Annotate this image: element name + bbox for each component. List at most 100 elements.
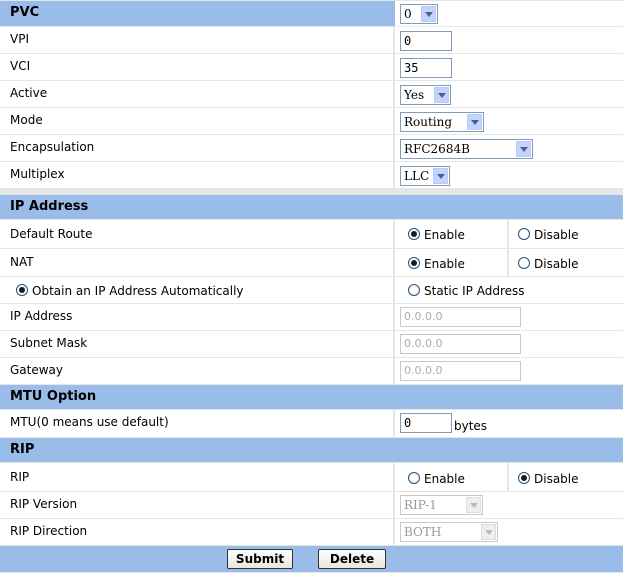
pvc-title: PVC (10, 5, 40, 20)
mtu-row: MTU(0 means use default) 0 bytes (0, 410, 623, 437)
rip-label-cell: RIP (0, 463, 393, 491)
mtu-value-cell: 0 bytes (395, 410, 623, 437)
gateway-value-cell: 0.0.0.0 (395, 358, 623, 384)
encapsulation-select[interactable]: RFC2684B (400, 139, 533, 159)
default-route-row: Default Route Enable Disable (0, 220, 623, 248)
multiplex-label: Multiplex (10, 167, 65, 181)
nat-options: Enable Disable (395, 249, 623, 276)
nat-disable-label: Disable (534, 257, 579, 271)
nat-enable-label: Enable (424, 257, 465, 271)
mtu-label: MTU(0 means use default) (10, 415, 169, 429)
rip-label: RIP (10, 470, 30, 484)
subnet-mask-label-cell: Subnet Mask (0, 331, 393, 357)
ip-address-header: IP Address (0, 195, 623, 219)
rip-options: Enable Disable (395, 463, 623, 491)
subnet-mask-input[interactable]: 0.0.0.0 (400, 334, 521, 354)
action-bar: Submit Delete (0, 546, 623, 572)
vpi-value-cell: 0 (395, 27, 623, 53)
rip-header: RIP (0, 438, 623, 462)
rip-version-label: RIP Version (10, 497, 78, 511)
vci-value-cell: 35 (395, 54, 623, 80)
nat-disable-radio[interactable] (518, 257, 530, 269)
rip-direction-value-cell: BOTH (395, 519, 623, 545)
chevron-down-icon (421, 6, 436, 22)
mtu-title: MTU Option (10, 389, 97, 404)
gateway-row: Gateway 0.0.0.0 (0, 358, 623, 384)
encapsulation-select-value: RFC2684B (404, 142, 470, 156)
delete-button[interactable]: Delete (318, 549, 386, 569)
obtain-auto-cell: Obtain an IP Address Automatically (0, 277, 393, 303)
pvc-select[interactable]: 0 (400, 4, 438, 24)
vpi-row: VPI 0 (0, 27, 623, 53)
chevron-down-icon (467, 114, 482, 130)
multiplex-value-cell: LLC (395, 162, 623, 188)
chevron-down-icon (433, 168, 448, 184)
default-route-disable-radio[interactable] (518, 228, 530, 240)
default-route-options: Enable Disable (395, 220, 623, 248)
chevron-down-icon (466, 497, 481, 513)
active-select-value: Yes (404, 88, 425, 102)
multiplex-select[interactable]: LLC (400, 166, 450, 186)
default-route-enable-label: Enable (424, 228, 465, 242)
subnet-mask-value-cell: 0.0.0.0 (395, 331, 623, 357)
nat-row: NAT Enable Disable (0, 249, 623, 276)
chevron-down-icon (434, 87, 449, 103)
mode-label: Mode (10, 113, 43, 127)
encapsulation-row: Encapsulation RFC2684B (0, 135, 623, 161)
static-ip-label: Static IP Address (424, 284, 525, 298)
gateway-label-cell: Gateway (0, 358, 393, 384)
encapsulation-label: Encapsulation (10, 140, 95, 154)
active-value-cell: Yes (395, 81, 623, 107)
static-ip-radio[interactable] (408, 284, 420, 296)
vci-input[interactable]: 35 (400, 58, 452, 78)
nat-enable-radio[interactable] (408, 257, 420, 269)
rip-version-select-value: RIP-1 (404, 498, 437, 512)
rip-enable-radio[interactable] (408, 472, 420, 484)
mode-value-cell: Routing (395, 108, 623, 134)
default-route-label: Default Route (10, 227, 93, 241)
vci-row: VCI 35 (0, 54, 623, 80)
mtu-input[interactable]: 0 (400, 413, 452, 433)
cell-divider (507, 220, 509, 248)
vpi-label: VPI (10, 32, 29, 46)
ip-address-row: IP Address 0.0.0.0 (0, 304, 623, 330)
mode-select[interactable]: Routing (400, 112, 484, 132)
pvc-select-cell: 0 (395, 1, 623, 26)
obtain-auto-label: Obtain an IP Address Automatically (32, 284, 244, 298)
obtain-auto-radio[interactable] (16, 284, 28, 296)
active-select[interactable]: Yes (400, 85, 451, 105)
mtu-unit-label: bytes (454, 419, 488, 433)
active-label-cell: Active (0, 81, 393, 107)
gateway-input[interactable]: 0.0.0.0 (400, 361, 521, 381)
rip-version-row: RIP Version RIP-1 (0, 492, 623, 518)
multiplex-label-cell: Multiplex (0, 162, 393, 188)
vpi-input[interactable]: 0 (400, 31, 452, 51)
rip-direction-select[interactable]: BOTH (400, 522, 498, 542)
default-route-disable-label: Disable (534, 228, 579, 242)
chevron-down-icon (516, 141, 531, 157)
rip-direction-label: RIP Direction (10, 524, 88, 538)
rip-version-select[interactable]: RIP-1 (400, 495, 483, 515)
submit-button[interactable]: Submit (227, 549, 293, 569)
cell-divider (507, 463, 509, 491)
subnet-mask-row: Subnet Mask 0.0.0.0 (0, 331, 623, 357)
static-ip-cell: Static IP Address (395, 277, 623, 303)
pvc-select-value: 0 (404, 7, 412, 21)
rip-direction-select-value: BOTH (404, 525, 442, 539)
encapsulation-label-cell: Encapsulation (0, 135, 393, 161)
rip-direction-label-cell: RIP Direction (0, 519, 393, 545)
rip-title: RIP (10, 442, 35, 457)
ip-address-title: IP Address (10, 199, 89, 214)
mtu-header: MTU Option (0, 385, 623, 409)
nat-label-cell: NAT (0, 249, 393, 276)
rip-version-value-cell: RIP-1 (395, 492, 623, 518)
rip-row: RIP Enable Disable (0, 463, 623, 491)
default-route-enable-radio[interactable] (408, 228, 420, 240)
chevron-down-icon (481, 524, 496, 540)
ip-address-input[interactable]: 0.0.0.0 (400, 307, 521, 327)
rip-version-label-cell: RIP Version (0, 492, 393, 518)
rip-disable-radio[interactable] (518, 472, 530, 484)
multiplex-row: Multiplex LLC (0, 162, 623, 188)
mtu-label-cell: MTU(0 means use default) (0, 410, 393, 437)
gateway-label: Gateway (10, 363, 64, 377)
